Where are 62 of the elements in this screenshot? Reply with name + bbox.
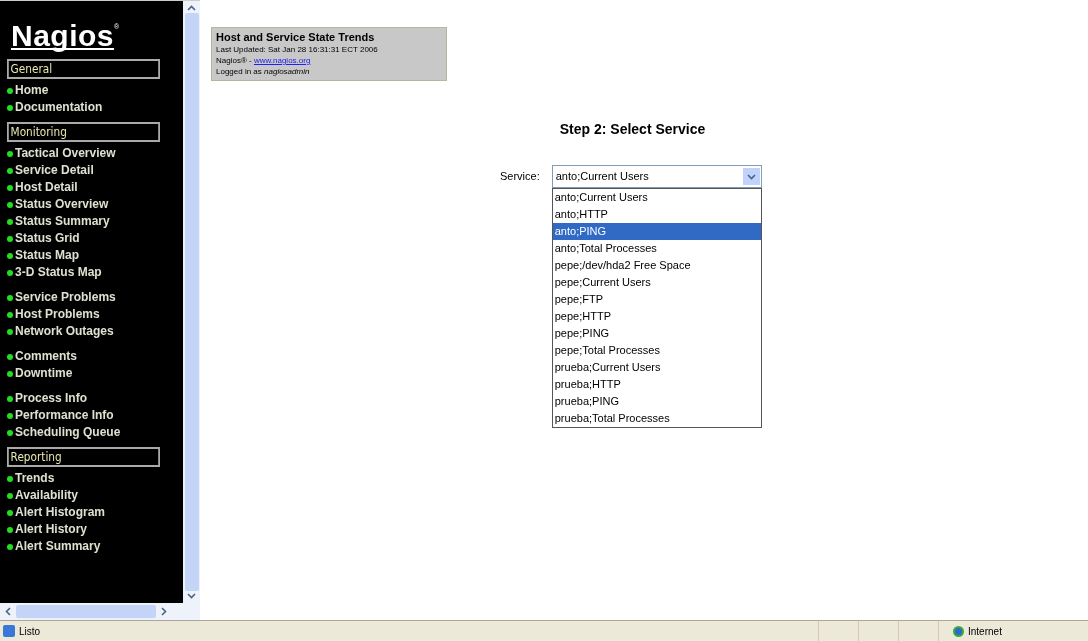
caret-icon [746,173,756,180]
nav-link[interactable]: Host Problems [7,306,179,323]
website-link[interactable]: www.nagios.org [253,55,311,66]
scroll-thumb[interactable] [184,13,199,591]
nav-link[interactable]: Status Overview [7,196,179,213]
nav-link[interactable]: Documentation [7,99,179,116]
info-title: Host and Service State Trends [216,31,376,44]
globe-icon [953,625,964,637]
section-header: General [7,59,160,79]
section-header: Reporting [7,447,160,467]
nav-link[interactable]: Alert History [7,521,179,538]
nav-link[interactable]: Performance Info [7,407,179,424]
nav-link[interactable]: Trends [7,470,179,487]
nav-link[interactable]: Status Summary [7,213,179,230]
dropdown-option[interactable]: pepe;Total Processes [552,342,761,359]
nav-link[interactable]: Scheduling Queue [7,424,179,441]
nav-link[interactable]: Availability [7,487,179,504]
horizontal-scrollbar[interactable] [0,603,200,620]
dropdown-option[interactable]: anto;HTTP [552,206,761,223]
nav-link[interactable]: Tactical Overview [7,145,179,162]
scroll-thumb[interactable] [16,605,156,618]
status-text: Listo [19,624,42,639]
dropdown-option[interactable]: anto;PING [552,223,761,240]
dropdown-option[interactable]: pepe;Current Users [552,274,761,291]
nav-link[interactable]: Host Detail [7,179,179,196]
dropdown-option[interactable]: pepe;HTTP [552,308,761,325]
last-updated-text: Last Updated: Sat Jan 28 16:31:31 ECT 2006 [216,44,379,55]
dropdown-option[interactable]: pepe;FTP [552,291,761,308]
nav-link[interactable]: Service Detail [7,162,179,179]
dropdown-option[interactable]: prueba;Current Users [552,359,761,376]
dropdown-option[interactable]: pepe;PING [552,325,761,342]
nav-link[interactable]: Home [7,82,179,99]
scroll-right-icon[interactable] [161,607,167,616]
brand-text: Nagios® - [216,55,253,66]
nav-link[interactable]: Network Outages [7,323,179,340]
dropdown-caret-button[interactable] [742,168,760,185]
logo-text: Nagios [11,19,115,53]
nav-link[interactable]: Alert Histogram [7,504,179,521]
scroll-up-icon[interactable] [187,5,196,11]
dropdown-option[interactable]: prueba;HTTP [552,376,761,393]
scroll-down-icon[interactable] [187,593,196,599]
logged-in-text: Logged in as nagiosadmin [216,66,311,77]
zone-text: Internet [968,624,1002,639]
dropdown-option[interactable]: prueba;Total Processes [552,410,761,427]
nav-link[interactable]: Status Grid [7,230,179,247]
dropdown-option[interactable]: prueba;PING [552,393,761,410]
step-title: Step 2: Select Service [559,120,706,139]
vertical-scrollbar[interactable] [183,1,200,603]
section-header: Monitoring [7,122,160,142]
dropdown-option[interactable]: anto;Current Users [552,189,761,206]
service-label: Service: [500,169,540,184]
service-select[interactable]: anto;Current Users [551,165,762,188]
nav-link[interactable]: Alert Summary [7,538,179,555]
nav-link[interactable]: Service Problems [7,289,179,306]
nav-link[interactable]: 3-D Status Map [7,264,179,281]
scroll-left-icon[interactable] [5,607,11,616]
nav-link[interactable]: Process Info [7,390,179,407]
dropdown-option[interactable]: anto;Total Processes [552,240,761,257]
dropdown-option[interactable]: pepe;/dev/hda2 Free Space [552,257,761,274]
nav-link[interactable]: Downtime [7,365,179,382]
nav-link[interactable]: Comments [7,348,179,365]
nav-link[interactable]: Status Map [7,247,179,264]
